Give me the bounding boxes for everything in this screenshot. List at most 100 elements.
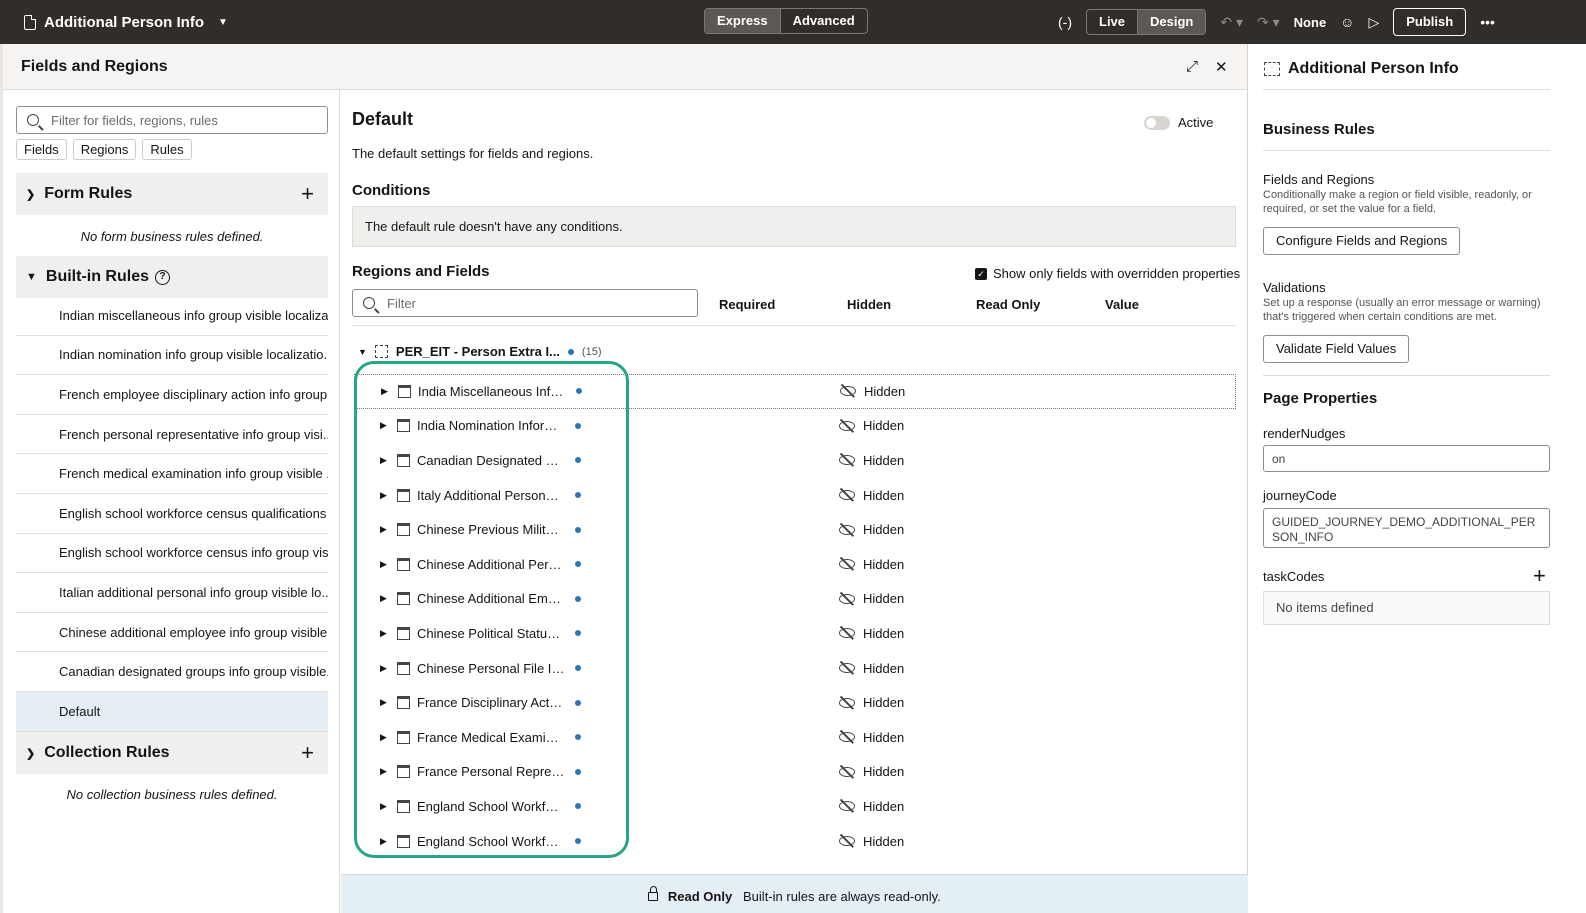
caret-right-icon[interactable]: ▶ bbox=[380, 490, 388, 501]
add-collection-rule-icon[interactable]: + bbox=[301, 740, 314, 766]
help-icon[interactable]: ? bbox=[155, 269, 170, 285]
page-title-menu[interactable]: Additional Person Info ▼ bbox=[24, 14, 228, 31]
checkmark-icon[interactable]: ✓ bbox=[975, 267, 987, 280]
table-row[interactable]: ▶ England School Workforc... Hidden bbox=[354, 789, 1236, 824]
builtin-rules-header[interactable]: ▼ Built-in Rules ? bbox=[16, 256, 328, 298]
table-row[interactable]: ▶ Chinese Personal File Inf... Hidden bbox=[354, 651, 1236, 686]
active-toggle[interactable]: Active bbox=[1144, 115, 1213, 130]
collection-rules-header[interactable]: ❯ Collection Rules + bbox=[16, 732, 328, 774]
table-row[interactable]: ▶ Italy Additional Personal I... Hidden bbox=[354, 478, 1236, 513]
task-codes-empty: No items defined bbox=[1263, 591, 1550, 625]
list-item[interactable]: Canadian designated groups info group vi… bbox=[16, 652, 328, 692]
tab-design[interactable]: Design bbox=[1137, 10, 1206, 34]
caret-right-icon[interactable]: ▶ bbox=[380, 524, 388, 535]
region-icon bbox=[397, 453, 410, 467]
undo-icon[interactable]: ↶ ▾ bbox=[1220, 15, 1243, 29]
table-row[interactable]: ▶ India Miscellaneous Infor... Hidden bbox=[354, 374, 1236, 409]
none-selector[interactable]: None bbox=[1294, 15, 1327, 30]
region-icon bbox=[397, 799, 410, 813]
caret-right-icon[interactable]: ▶ bbox=[380, 559, 388, 570]
caret-right-icon[interactable]: ▶ bbox=[380, 697, 388, 708]
smiley-icon[interactable]: ☺ bbox=[1340, 15, 1354, 29]
caret-right-icon[interactable]: ▶ bbox=[380, 420, 388, 431]
caret-right-icon[interactable]: ▶ bbox=[380, 455, 388, 466]
caret-right-icon[interactable]: ▶ bbox=[380, 732, 388, 743]
caret-right-icon[interactable]: ▶ bbox=[380, 628, 388, 639]
list-item-selected[interactable]: Default bbox=[16, 691, 328, 732]
region-icon bbox=[397, 557, 410, 571]
table-row[interactable]: ▶ Chinese Additional Empl... Hidden bbox=[354, 582, 1236, 617]
redo-icon[interactable]: ↷ ▾ bbox=[1257, 15, 1280, 29]
form-rules-header[interactable]: ❯ Form Rules + bbox=[16, 173, 328, 215]
list-item[interactable]: Chinese additional employee info group v… bbox=[16, 613, 328, 653]
mode-switch: Express Advanced bbox=[704, 8, 868, 34]
publish-button[interactable]: Publish bbox=[1393, 8, 1467, 36]
region-group-row[interactable]: ▼ PER_EIT - Person Extra I... (15) bbox=[358, 344, 601, 359]
caret-right-icon[interactable]: ▶ bbox=[380, 663, 388, 674]
list-item[interactable]: English school workforce census info gro… bbox=[16, 534, 328, 574]
validate-field-values-button[interactable]: Validate Field Values bbox=[1263, 335, 1410, 363]
add-form-rule-icon[interactable]: + bbox=[301, 181, 314, 207]
hidden-cell: Hidden bbox=[839, 522, 904, 537]
table-row[interactable]: ▶ India Nomination Inform... Hidden bbox=[354, 409, 1236, 444]
caret-right-icon[interactable]: ▶ bbox=[380, 766, 388, 777]
toggle-switch[interactable] bbox=[1144, 115, 1170, 130]
close-icon[interactable]: ✕ bbox=[1215, 58, 1228, 76]
table-row[interactable]: ▶ Chinese Additional Perso... Hidden bbox=[354, 547, 1236, 582]
expand-icon[interactable]: ⤢ bbox=[1186, 58, 1198, 75]
chevron-down-icon[interactable]: ❯ bbox=[26, 747, 35, 760]
variables-icon[interactable]: (-) bbox=[1058, 15, 1072, 29]
list-item[interactable]: French personal representative info grou… bbox=[16, 415, 328, 455]
caret-right-icon[interactable]: ▶ bbox=[381, 386, 389, 397]
list-item[interactable]: Indian nomination info group visible loc… bbox=[16, 336, 328, 376]
divider bbox=[352, 325, 1236, 326]
chip-rules[interactable]: Rules bbox=[142, 139, 192, 160]
caret-right-icon[interactable]: ▶ bbox=[380, 801, 388, 812]
view-switch: Live Design bbox=[1086, 9, 1207, 35]
list-item[interactable]: French medical examination info group vi… bbox=[16, 454, 328, 494]
table-row[interactable]: ▶ France Medical Examinat... Hidden bbox=[354, 720, 1236, 755]
validations-subtitle: Validations bbox=[1263, 280, 1326, 295]
eye-off-icon bbox=[839, 663, 855, 674]
table-row[interactable]: ▶ Canadian Designated Gr... Hidden bbox=[354, 443, 1236, 478]
add-task-code-icon[interactable]: + bbox=[1533, 563, 1546, 589]
row-name: Canadian Designated Gr... bbox=[417, 452, 565, 468]
page-title: Additional Person Info bbox=[44, 13, 204, 31]
chip-fields[interactable]: Fields bbox=[16, 139, 67, 160]
show-overridden-checkbox[interactable]: ✓ Show only fields with overridden prope… bbox=[975, 266, 1240, 281]
render-nudges-input[interactable]: on bbox=[1263, 445, 1550, 472]
list-item[interactable]: Indian miscellaneous info group visible … bbox=[16, 296, 328, 336]
list-item[interactable]: French employee disciplinary action info… bbox=[16, 375, 328, 415]
rule-description: The default settings for fields and regi… bbox=[352, 146, 594, 161]
fields-filter-input[interactable]: Filter bbox=[352, 289, 698, 317]
configure-fields-button[interactable]: Configure Fields and Regions bbox=[1263, 227, 1461, 255]
list-item[interactable]: Italian additional personal info group v… bbox=[16, 573, 328, 613]
row-name: Chinese Previous Military... bbox=[417, 522, 565, 538]
search-icon bbox=[363, 297, 375, 309]
hidden-cell: Hidden bbox=[839, 661, 904, 676]
tab-advanced[interactable]: Advanced bbox=[779, 9, 867, 33]
caret-down-icon[interactable]: ▼ bbox=[26, 271, 37, 283]
caret-right-icon[interactable]: ▶ bbox=[380, 836, 388, 847]
play-icon[interactable]: ▷ bbox=[1368, 15, 1379, 29]
table-row[interactable]: ▶ Chinese Previous Military... Hidden bbox=[354, 512, 1236, 547]
more-icon[interactable]: ••• bbox=[1480, 15, 1495, 29]
table-row[interactable]: ▶ France Disciplinary Actio... Hidden bbox=[354, 685, 1236, 720]
rules-search-input[interactable]: Filter for fields, regions, rules bbox=[16, 106, 328, 134]
journey-code-input[interactable]: GUIDED_JOURNEY_DEMO_ADDITIONAL_PERSON_IN… bbox=[1263, 508, 1550, 548]
tab-express[interactable]: Express bbox=[705, 9, 780, 33]
table-row[interactable]: ▶ Chinese Political Status I... Hidden bbox=[354, 616, 1236, 651]
hidden-label: Hidden bbox=[863, 452, 905, 468]
table-row[interactable]: ▶ France Personal Represe... Hidden bbox=[354, 755, 1236, 790]
chip-regions[interactable]: Regions bbox=[72, 139, 137, 160]
list-item[interactable]: English school workforce census qualific… bbox=[16, 494, 328, 534]
status-dot bbox=[576, 388, 582, 395]
chevron-down-icon[interactable]: ▼ bbox=[218, 17, 228, 28]
caret-down-icon[interactable]: ▼ bbox=[358, 347, 367, 357]
table-row[interactable]: ▶ England School Workforc... Hidden bbox=[354, 824, 1236, 859]
status-dot bbox=[575, 838, 581, 845]
tab-live[interactable]: Live bbox=[1087, 10, 1137, 34]
chevron-down-icon[interactable]: ❯ bbox=[26, 188, 35, 201]
column-value: Value bbox=[1105, 297, 1139, 312]
caret-right-icon[interactable]: ▶ bbox=[380, 593, 388, 604]
